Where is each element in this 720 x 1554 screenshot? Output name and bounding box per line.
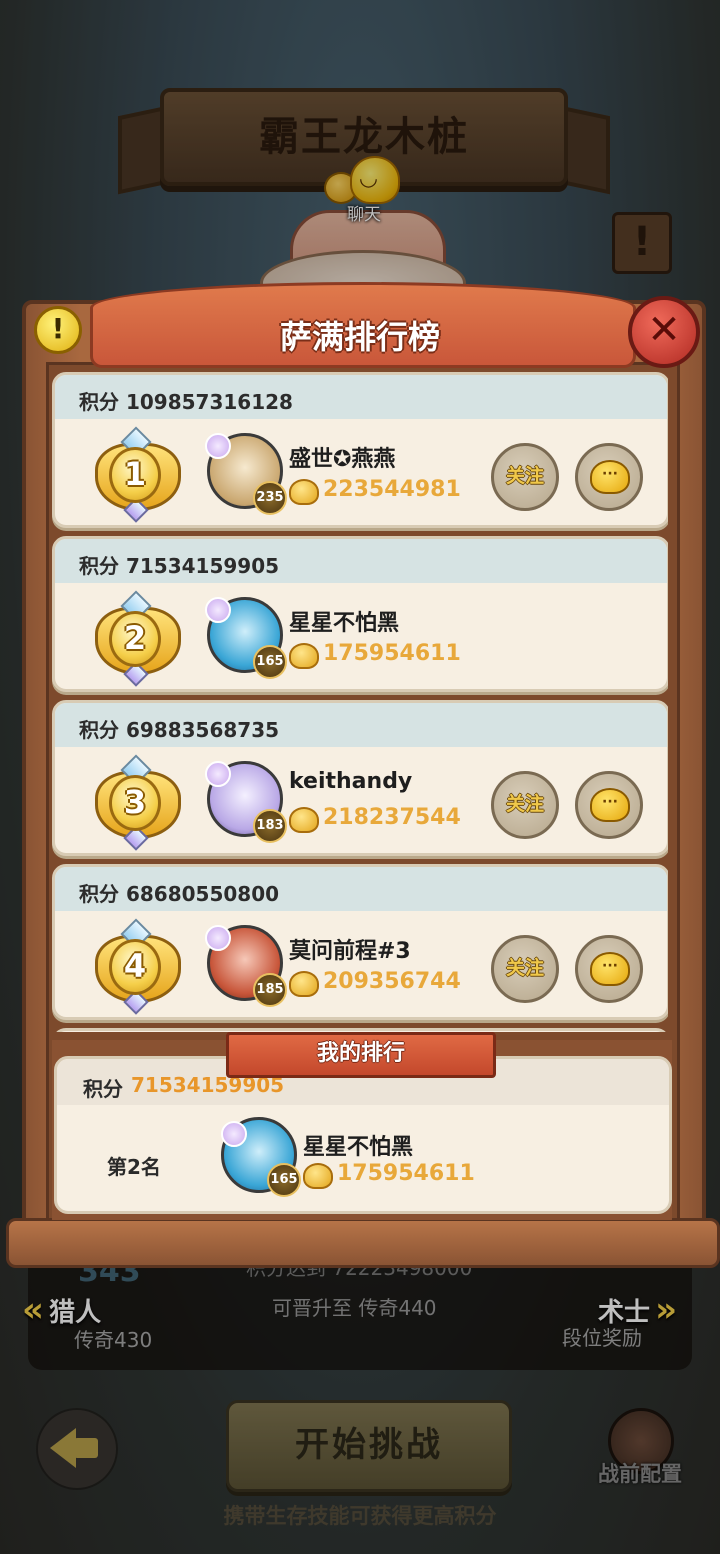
entry-header: 积分 69883568735	[55, 703, 667, 747]
entry-header: 积分 68680550800	[55, 867, 667, 911]
entry-score: 积分 69883568735	[79, 718, 280, 742]
vip-badge-icon	[205, 433, 231, 459]
message-button[interactable]: ···	[575, 443, 643, 511]
my-player-name: 星星不怕黑	[303, 1135, 414, 1160]
entry-header: 积分 109857316128	[55, 375, 667, 419]
player-gold: 218237544	[323, 805, 461, 830]
my-level-badge: 165	[267, 1163, 301, 1197]
level-badge: 235	[253, 481, 287, 515]
chat-bubble-icon: ···	[590, 460, 630, 494]
vip-badge-icon	[221, 1121, 247, 1147]
leaderboard-title: 萨满排行榜	[279, 318, 440, 356]
leaderboard-entry: 积分 69883568735 3 183 keithandy 218237544…	[52, 700, 668, 856]
player-gold: 223544981	[323, 477, 461, 502]
follow-button[interactable]: 关注	[491, 935, 559, 1003]
chat-bubble-icon: ···	[590, 788, 630, 822]
player-name: 莫问前程#3	[289, 939, 411, 964]
player-name: keithandy	[289, 769, 413, 794]
gold-ingot-icon	[289, 807, 319, 833]
player-name: 星星不怕黑	[289, 611, 400, 636]
entry-header: 积分 71534159905	[55, 539, 667, 583]
my-rank-card: 积分 71534159905 第2名 165 星星不怕黑 175954611	[54, 1056, 672, 1214]
rank-number: 1	[109, 447, 161, 503]
follow-button[interactable]: 关注	[491, 771, 559, 839]
gold-ingot-icon	[289, 643, 319, 669]
entry-score: 积分 71534159905	[79, 554, 280, 578]
vip-badge-icon	[205, 761, 231, 787]
my-gold: 175954611	[337, 1161, 475, 1186]
entry-score: 积分 109857316128	[79, 390, 293, 414]
gold-ingot-icon	[303, 1163, 333, 1189]
rank-medal-icon: 1	[95, 426, 181, 523]
my-score-label: 积分	[83, 1077, 123, 1101]
leaderboard-list[interactable]: 积分 109857316128 1 235 盛世✪燕燕 223544981 关注…	[52, 372, 668, 1032]
player-name: 盛世✪燕燕	[289, 447, 396, 472]
player-gold: 209356744	[323, 969, 461, 994]
rank-medal-icon: 3	[95, 754, 181, 851]
level-badge: 185	[253, 973, 287, 1007]
leaderboard-entry: 积分 68680550800 4 185 莫问前程#3 209356744 关注…	[52, 864, 668, 1020]
info-button[interactable]: !	[34, 306, 82, 354]
vip-badge-icon	[205, 925, 231, 951]
leaderboard-entry: 积分 71534159905 2 165 星星不怕黑 175954611	[52, 536, 668, 692]
player-gold: 175954611	[323, 641, 461, 666]
rank-number: 4	[109, 939, 161, 995]
message-button[interactable]: ···	[575, 771, 643, 839]
gold-ingot-icon	[289, 971, 319, 997]
level-badge: 183	[253, 809, 287, 843]
chat-bubble-icon: ···	[590, 952, 630, 986]
gold-ingot-icon	[289, 479, 319, 505]
rank-number: 3	[109, 775, 161, 831]
vip-badge-icon	[205, 597, 231, 623]
rank-medal-icon: 4	[95, 918, 181, 1015]
my-rank-position: 第2名	[107, 1155, 161, 1179]
entry-score: 积分 68680550800	[79, 882, 280, 906]
level-badge: 165	[253, 645, 287, 679]
rank-number: 2	[109, 611, 161, 667]
leaderboard-base	[6, 1218, 720, 1268]
close-button[interactable]: ✕	[628, 296, 700, 368]
leaderboard-entry: 积分 109857316128 1 235 盛世✪燕燕 223544981 关注…	[52, 372, 668, 528]
message-button[interactable]: ···	[575, 935, 643, 1003]
follow-button[interactable]: 关注	[491, 443, 559, 511]
my-rank-title: 我的排行	[226, 1032, 496, 1078]
rank-medal-icon: 2	[95, 590, 181, 687]
